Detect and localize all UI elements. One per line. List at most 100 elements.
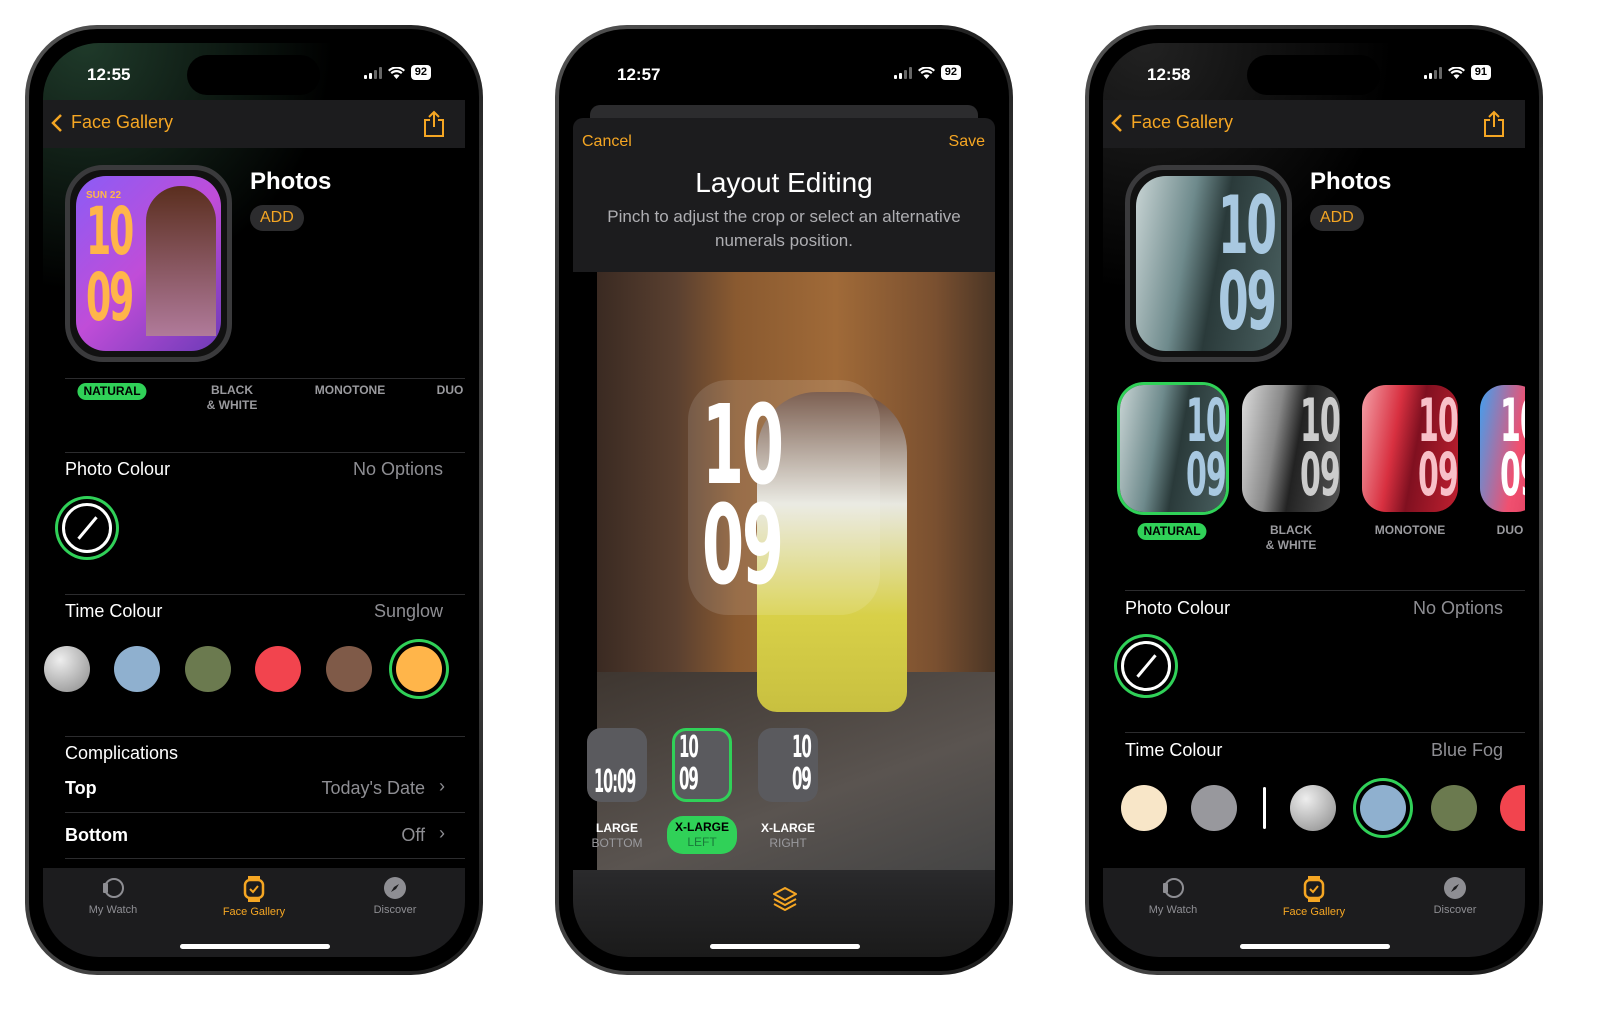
- colour-swatch[interactable]: [114, 646, 160, 692]
- phone-face-details-filters: 12:58 91 Face Gallery 10 09 Photos ADD 1…: [1085, 25, 1543, 975]
- filter-thumbnail[interactable]: 1009: [1120, 385, 1226, 512]
- complication-bottom-row[interactable]: Bottom Off ›: [43, 818, 465, 858]
- discover-icon: [345, 876, 445, 900]
- top-value: Today's Date: [321, 778, 426, 798]
- cancel-button[interactable]: Cancel: [582, 133, 632, 151]
- back-label: Face Gallery: [1131, 112, 1234, 132]
- battery-icon: 92: [940, 65, 961, 80]
- filter-thumbnail[interactable]: 1009: [1480, 385, 1525, 512]
- home-indicator: [1240, 944, 1390, 949]
- colour-swatch[interactable]: [326, 646, 372, 692]
- filter-option[interactable]: NATURAL: [1137, 523, 1207, 540]
- layout-label-selected: X-LARGE LEFT: [667, 816, 737, 854]
- photo-colour-label: Photo Colour: [1125, 598, 1231, 618]
- layout-option-large-bottom[interactable]: 10:09: [587, 728, 647, 802]
- thumb-numeral: 09: [1186, 440, 1226, 510]
- swatch-separator: [1263, 787, 1266, 829]
- thumb-numeral: 09: [1500, 440, 1525, 510]
- signal-icon: [893, 66, 912, 79]
- dynamic-island: [717, 55, 850, 95]
- status-time: 12:57: [617, 65, 661, 84]
- nav-bar: Face Gallery: [43, 100, 465, 148]
- dynamic-island: [187, 55, 320, 95]
- thumb-numeral: 09: [1418, 440, 1458, 510]
- status-time: 12:55: [87, 65, 131, 84]
- complication-top-row[interactable]: Top Today's Date ›: [43, 771, 465, 811]
- time-colour-value: Sunglow: [373, 601, 443, 621]
- divider: [65, 736, 465, 737]
- face-gallery-icon: [204, 876, 304, 902]
- overlay-minute: 09: [702, 481, 784, 609]
- tab-discover[interactable]: Discover: [345, 876, 445, 916]
- colour-swatch[interactable]: [44, 646, 90, 692]
- complications-header: Complications: [65, 743, 179, 763]
- no-colour-option[interactable]: [62, 503, 112, 553]
- filter-thumbnail[interactable]: 1009: [1242, 385, 1340, 512]
- time-colour-label: Time Colour: [65, 601, 163, 621]
- nav-bar: Face Gallery: [1103, 100, 1525, 148]
- filter-option[interactable]: BLACK & WHITE: [1266, 523, 1317, 553]
- signal-icon: [1423, 66, 1442, 79]
- dynamic-island: [1247, 55, 1380, 95]
- divider: [65, 858, 465, 859]
- watch-hour: 10: [1218, 179, 1277, 272]
- add-button[interactable]: ADD: [1310, 205, 1364, 231]
- save-button[interactable]: Save: [949, 133, 985, 151]
- layout-preview: 10:09: [594, 762, 636, 800]
- filter-option[interactable]: MONOTONE: [315, 383, 385, 398]
- bottom-label: Bottom: [65, 825, 128, 845]
- colour-swatch[interactable]: [1360, 785, 1406, 831]
- tab-my-watch[interactable]: My Watch: [1123, 876, 1223, 916]
- colour-swatch[interactable]: [255, 646, 301, 692]
- filter-thumbnail[interactable]: 1009: [1362, 385, 1458, 512]
- face-gallery-icon: [1264, 876, 1364, 902]
- watch-face-preview: 10 09: [1125, 165, 1292, 362]
- colour-swatch[interactable]: [185, 646, 231, 692]
- colour-swatch[interactable]: [1500, 785, 1525, 831]
- share-icon[interactable]: [423, 110, 445, 138]
- photo-subject: [146, 186, 216, 336]
- tab-face-gallery[interactable]: Face Gallery: [204, 876, 304, 918]
- watch-face-preview: SUN 22 10 09: [65, 165, 232, 362]
- face-title: Photos: [1310, 168, 1392, 195]
- tab-face-gallery[interactable]: Face Gallery: [1264, 876, 1364, 918]
- photo-colour-value: No Options: [352, 459, 443, 479]
- back-button[interactable]: Face Gallery: [1111, 112, 1233, 133]
- wifi-icon: [917, 66, 935, 79]
- face-title: Photos: [250, 168, 332, 195]
- wifi-icon: [387, 66, 405, 79]
- divider: [1125, 732, 1525, 733]
- filter-option[interactable]: NATURAL: [77, 383, 147, 400]
- add-button[interactable]: ADD: [250, 205, 304, 231]
- layers-icon[interactable]: [772, 886, 798, 912]
- back-button[interactable]: Face Gallery: [51, 112, 173, 133]
- divider: [65, 594, 465, 595]
- no-colour-option[interactable]: [1121, 641, 1171, 691]
- colour-swatch[interactable]: [1121, 785, 1167, 831]
- status-icons: 92: [893, 65, 961, 80]
- divider: [1125, 590, 1525, 591]
- tab-label: Discover: [1433, 904, 1477, 916]
- colour-swatch[interactable]: [1431, 785, 1477, 831]
- layout-label: X-LARGE RIGHT: [761, 821, 815, 850]
- layout-option-xlarge-right[interactable]: 10 09: [758, 728, 818, 802]
- watch-minute: 09: [1218, 255, 1277, 348]
- sheet-title: Layout Editing: [695, 167, 873, 198]
- filter-option[interactable]: DUO: [437, 383, 464, 398]
- share-icon[interactable]: [1483, 110, 1505, 138]
- colour-swatch[interactable]: [1191, 785, 1237, 831]
- status-icons: 92: [363, 65, 431, 80]
- layout-option-xlarge-left[interactable]: 10 09: [672, 728, 732, 802]
- sheet-subtitle: Pinch to adjust the crop or select an al…: [607, 207, 961, 250]
- layout-preview-minute: 09: [792, 762, 812, 797]
- home-indicator: [710, 944, 860, 949]
- colour-swatch[interactable]: [1290, 785, 1336, 831]
- tab-discover[interactable]: Discover: [1405, 876, 1505, 916]
- tab-my-watch[interactable]: My Watch: [63, 876, 163, 916]
- filter-option[interactable]: DUO: [1497, 523, 1524, 538]
- filter-option[interactable]: BLACK & WHITE: [207, 383, 258, 413]
- signal-icon: [363, 66, 382, 79]
- watch-crop-overlay[interactable]: 10 09: [688, 380, 880, 615]
- filter-option[interactable]: MONOTONE: [1375, 523, 1445, 538]
- colour-swatch[interactable]: [396, 646, 442, 692]
